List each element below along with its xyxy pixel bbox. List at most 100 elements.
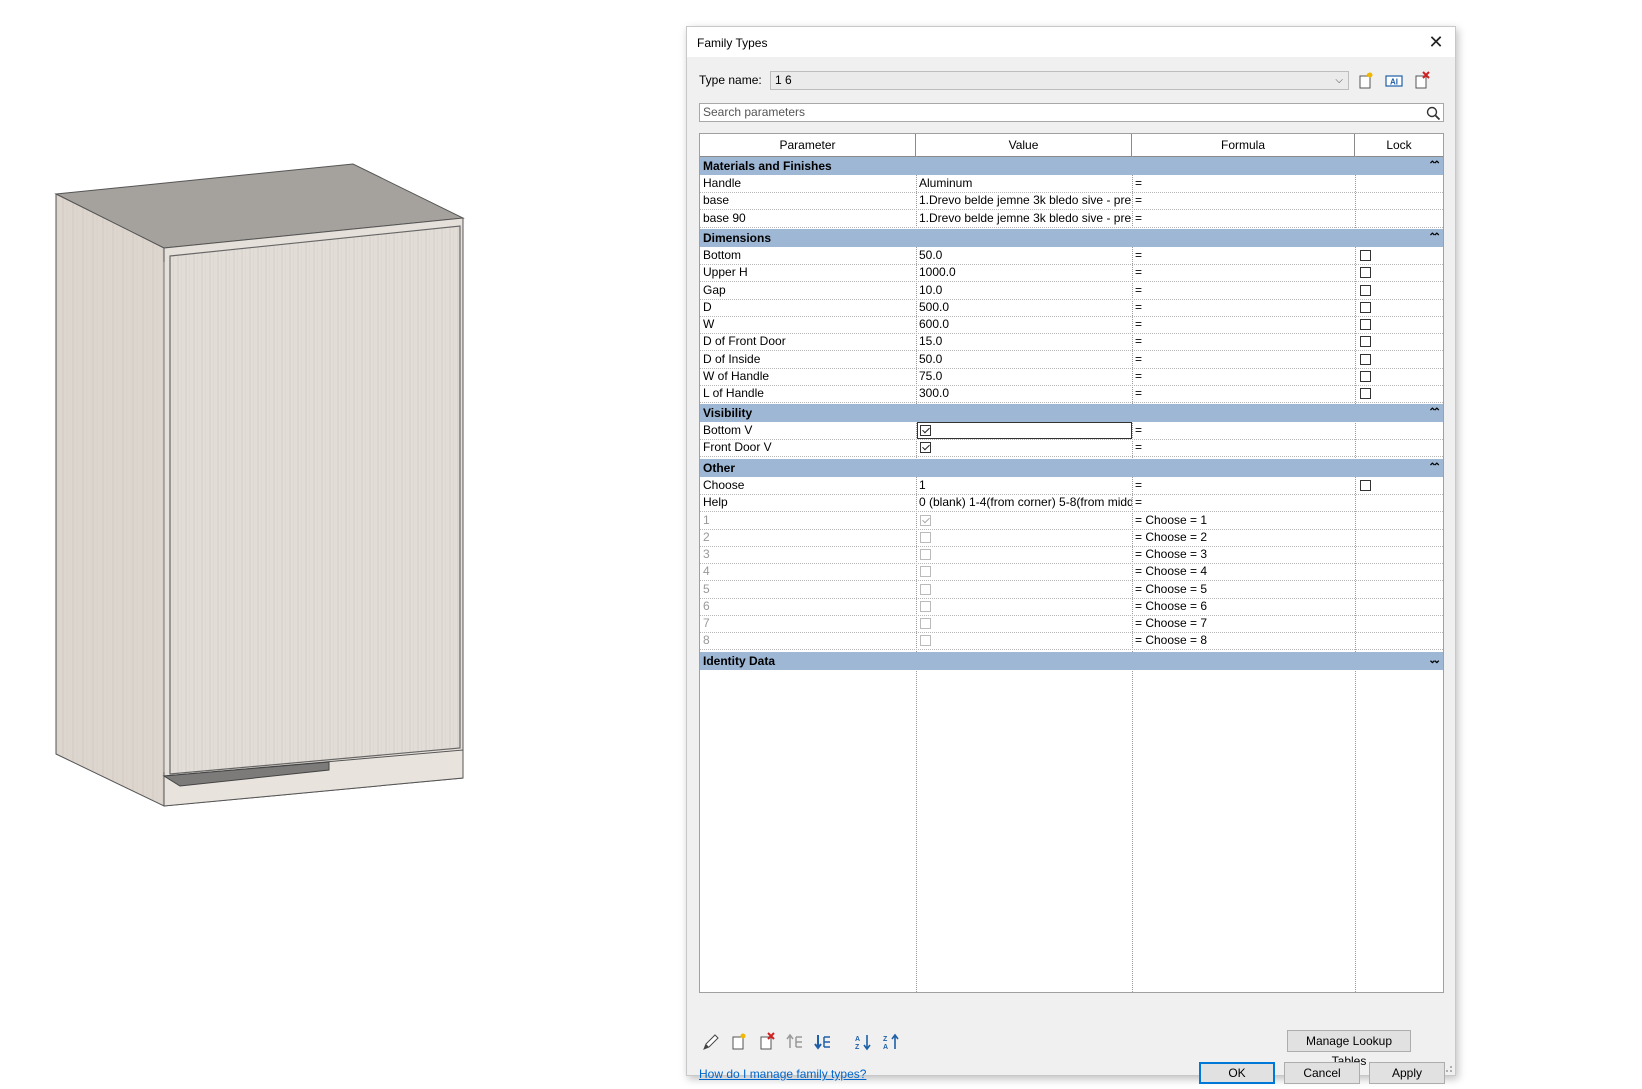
rename-type-icon[interactable]: AI bbox=[1384, 71, 1404, 91]
lock-checkbox[interactable] bbox=[1360, 319, 1371, 330]
group-header-identity-data[interactable]: Identity Data ⌄⌄ bbox=[700, 652, 1443, 670]
parameter-formula[interactable]: = bbox=[1132, 333, 1355, 350]
parameter-value[interactable]: 500.0 bbox=[916, 299, 1132, 316]
parameter-row[interactable]: D of Front Door 15.0 = bbox=[700, 333, 1443, 352]
parameter-formula[interactable]: = bbox=[1132, 316, 1355, 333]
parameter-formula[interactable]: = Choose = 6 bbox=[1132, 598, 1355, 615]
lock-checkbox[interactable] bbox=[1360, 267, 1371, 279]
delete-type-icon[interactable] bbox=[1412, 71, 1432, 91]
parameter-value[interactable]: 1 bbox=[916, 477, 1132, 494]
parameter-row[interactable]: base 90 1.Drevo belde jemne 3k bledo sive… bbox=[700, 210, 1443, 228]
parameter-formula[interactable]: = Choose = 7 bbox=[1132, 615, 1355, 632]
parameter-row[interactable]: Help 0 (blank) 1-4(from corner) 5-8(from … bbox=[700, 494, 1443, 513]
search-icon[interactable] bbox=[1425, 105, 1441, 121]
parameter-row[interactable]: 8 = Choose = 8 bbox=[700, 632, 1443, 651]
parameter-row[interactable]: base 1.Drevo belde jemne 3k bledo sive - … bbox=[700, 192, 1443, 211]
parameter-value[interactable]: 1.Drevo belde jemne 3k bledo sive - pre bbox=[916, 210, 1132, 227]
parameter-formula[interactable]: = bbox=[1132, 494, 1355, 511]
group-header-dimensions[interactable]: Dimensions ⌃⌃ bbox=[700, 229, 1443, 247]
parameter-formula[interactable]: = Choose = 2 bbox=[1132, 529, 1355, 546]
lock-checkbox[interactable] bbox=[1360, 353, 1371, 365]
parameter-formula[interactable]: = bbox=[1132, 477, 1355, 494]
apply-button[interactable]: Apply bbox=[1369, 1062, 1445, 1084]
cancel-button[interactable]: Cancel bbox=[1284, 1062, 1360, 1084]
resize-grip-icon[interactable] bbox=[1443, 1063, 1453, 1073]
new-type-icon[interactable] bbox=[1356, 71, 1376, 91]
new-parameter-icon[interactable] bbox=[729, 1032, 749, 1052]
parameter-formula[interactable]: = bbox=[1132, 351, 1355, 368]
parameter-formula[interactable]: = bbox=[1132, 439, 1355, 456]
parameter-row[interactable]: 5 = Choose = 5 bbox=[700, 581, 1443, 599]
parameter-formula[interactable]: = bbox=[1132, 264, 1355, 281]
parameter-row[interactable]: 6 = Choose = 6 bbox=[700, 598, 1443, 616]
column-header-formula[interactable]: Formula bbox=[1132, 134, 1355, 156]
search-parameters-input[interactable]: Search parameters bbox=[699, 103, 1444, 122]
parameter-row[interactable]: W of Handle 75.0 = bbox=[700, 368, 1443, 386]
parameter-value[interactable]: Aluminum bbox=[916, 175, 1132, 192]
lock-checkbox[interactable] bbox=[1360, 480, 1371, 491]
parameter-row[interactable]: Upper H 1000.0 = bbox=[700, 264, 1443, 283]
parameter-formula[interactable]: = bbox=[1132, 368, 1355, 385]
parameter-formula[interactable]: = Choose = 5 bbox=[1132, 581, 1355, 598]
parameter-row[interactable]: Bottom 50.0 = bbox=[700, 247, 1443, 265]
help-link[interactable]: How do I manage family types? bbox=[699, 1067, 866, 1081]
parameter-formula[interactable]: = Choose = 4 bbox=[1132, 563, 1355, 580]
parameter-formula[interactable]: = Choose = 1 bbox=[1132, 512, 1355, 529]
column-header-lock[interactable]: Lock bbox=[1355, 134, 1443, 156]
column-header-parameter[interactable]: Parameter bbox=[700, 134, 916, 156]
parameter-row[interactable]: 4 = Choose = 4 bbox=[700, 563, 1443, 582]
parameter-value[interactable]: 1000.0 bbox=[916, 264, 1132, 281]
parameter-row[interactable]: Gap 10.0 = bbox=[700, 282, 1443, 300]
lock-checkbox[interactable] bbox=[1360, 370, 1371, 382]
parameter-value[interactable]: 50.0 bbox=[916, 247, 1132, 264]
lock-checkbox[interactable] bbox=[1360, 284, 1371, 296]
parameter-row[interactable]: 1 = Choose = 1 bbox=[700, 512, 1443, 530]
parameter-formula[interactable]: = Choose = 8 bbox=[1132, 632, 1355, 649]
lock-checkbox[interactable] bbox=[1360, 388, 1371, 399]
delete-parameter-icon[interactable] bbox=[757, 1032, 777, 1052]
collapse-icon[interactable]: ⌃⌃ bbox=[1428, 404, 1441, 422]
parameter-formula[interactable]: = bbox=[1132, 210, 1355, 227]
value-checkbox[interactable] bbox=[920, 442, 931, 454]
parameter-row[interactable]: Front Door V = bbox=[700, 439, 1443, 458]
parameter-value[interactable]: 0 (blank) 1-4(from corner) 5-8(from midd… bbox=[916, 494, 1132, 511]
parameter-row[interactable]: Handle Aluminum = bbox=[700, 175, 1443, 193]
parameter-formula[interactable]: = bbox=[1132, 422, 1355, 439]
collapse-icon[interactable]: ⌃⌃ bbox=[1428, 459, 1441, 477]
sort-descending-icon[interactable]: ZA bbox=[881, 1032, 901, 1052]
parameter-formula[interactable]: = bbox=[1132, 192, 1355, 209]
parameter-formula[interactable]: = bbox=[1132, 175, 1355, 192]
parameter-row[interactable]: 7 = Choose = 7 bbox=[700, 615, 1443, 633]
sort-ascending-icon[interactable]: AZ bbox=[853, 1032, 873, 1052]
parameter-formula[interactable]: = bbox=[1132, 282, 1355, 299]
lock-checkbox[interactable] bbox=[1360, 336, 1371, 348]
close-icon[interactable]: ✕ bbox=[1423, 29, 1449, 55]
parameter-formula[interactable]: = bbox=[1132, 299, 1355, 316]
parameter-row[interactable]: Bottom V = bbox=[700, 422, 1443, 440]
group-header-visibility[interactable]: Visibility ⌃⌃ bbox=[700, 404, 1443, 422]
parameter-value[interactable]: 600.0 bbox=[916, 316, 1132, 333]
parameter-formula[interactable]: = bbox=[1132, 247, 1355, 264]
move-up-icon[interactable] bbox=[785, 1032, 805, 1052]
parameter-value[interactable]: 50.0 bbox=[916, 351, 1132, 368]
parameter-formula[interactable]: = bbox=[1132, 385, 1355, 402]
parameter-value[interactable]: 15.0 bbox=[916, 333, 1132, 350]
column-header-value[interactable]: Value bbox=[916, 134, 1132, 156]
type-name-dropdown[interactable]: 1 6 ⌵ bbox=[770, 71, 1349, 90]
parameter-formula[interactable]: = Choose = 3 bbox=[1132, 546, 1355, 563]
group-header-other[interactable]: Other ⌃⌃ bbox=[700, 459, 1443, 477]
parameter-row[interactable]: 3 = Choose = 3 bbox=[700, 546, 1443, 564]
expand-icon[interactable]: ⌄⌄ bbox=[1428, 652, 1441, 670]
parameter-value[interactable]: 1.Drevo belde jemne 3k bledo sive - pre bbox=[916, 192, 1132, 209]
parameter-row[interactable]: Choose 1 = bbox=[700, 477, 1443, 495]
parameter-row[interactable]: W 600.0 = bbox=[700, 316, 1443, 334]
move-down-icon[interactable] bbox=[813, 1032, 833, 1052]
group-header-materials-and-finishes[interactable]: Materials and Finishes ⌃⌃ bbox=[700, 157, 1443, 175]
parameter-value[interactable]: 300.0 bbox=[916, 385, 1132, 402]
parameter-row[interactable]: D of Inside 50.0 = bbox=[700, 351, 1443, 369]
collapse-icon[interactable]: ⌃⌃ bbox=[1428, 229, 1441, 247]
parameter-row[interactable]: D 500.0 = bbox=[700, 299, 1443, 317]
parameter-value[interactable]: 10.0 bbox=[916, 282, 1132, 299]
parameter-row[interactable]: 2 = Choose = 2 bbox=[700, 529, 1443, 547]
pencil-icon[interactable] bbox=[701, 1032, 721, 1052]
